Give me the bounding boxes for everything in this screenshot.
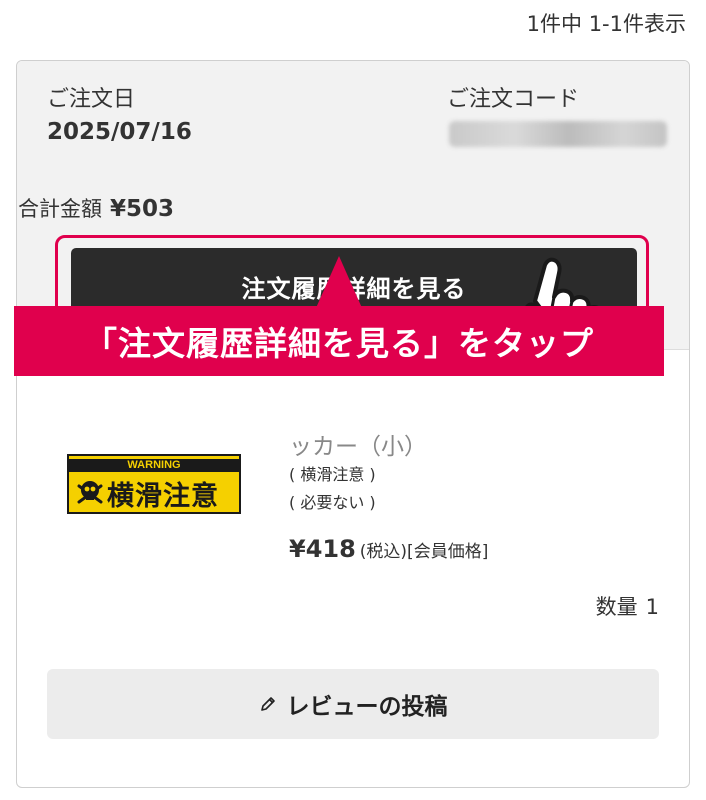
review-button-label: レビューの投稿	[286, 694, 448, 720]
item-option-2: ( 必要ない )	[289, 493, 376, 512]
item-thumbnail: WARNING 横滑注意	[67, 454, 241, 514]
order-date-label: ご注文日	[47, 87, 136, 112]
thumbnail-main-text: 横滑注意	[107, 481, 219, 512]
item-price-value: ¥418	[289, 535, 356, 563]
item-quantity-label: 数量	[595, 595, 638, 619]
order-total-value: ¥503	[110, 196, 175, 222]
order-code-label: ご注文コード	[447, 87, 580, 112]
skull-icon	[77, 481, 103, 504]
order-card: ご注文日 2025/07/16 ご注文コード 合計金額 ¥503 注文履歴詳細を見…	[16, 60, 690, 788]
review-post-button[interactable]: レビューの投稿	[47, 669, 659, 739]
order-date-value: 2025/07/16	[47, 119, 192, 145]
result-count: 1件中 1-1件表示	[526, 12, 686, 36]
item-quantity-value: 1	[645, 595, 659, 619]
order-code-value-blurred	[449, 121, 667, 147]
item-option-1: ( 横滑注意 )	[289, 465, 376, 484]
callout-pointer	[316, 256, 362, 308]
order-total-label: 合計金額	[18, 197, 102, 221]
item-name: ッカー（小）	[289, 434, 427, 460]
tap-instruction-banner: 「注文履歴詳細を見る」をタップ	[14, 306, 664, 376]
thumbnail-warning-text: WARNING	[69, 459, 239, 472]
item-price-note: (税込)[会員価格]	[359, 542, 489, 562]
order-total: 合計金額 ¥503	[18, 193, 174, 223]
item-quantity: 数量 1	[596, 591, 659, 621]
pencil-icon	[260, 697, 275, 711]
item-price: ¥418 (税込)[会員価格]	[289, 535, 488, 563]
